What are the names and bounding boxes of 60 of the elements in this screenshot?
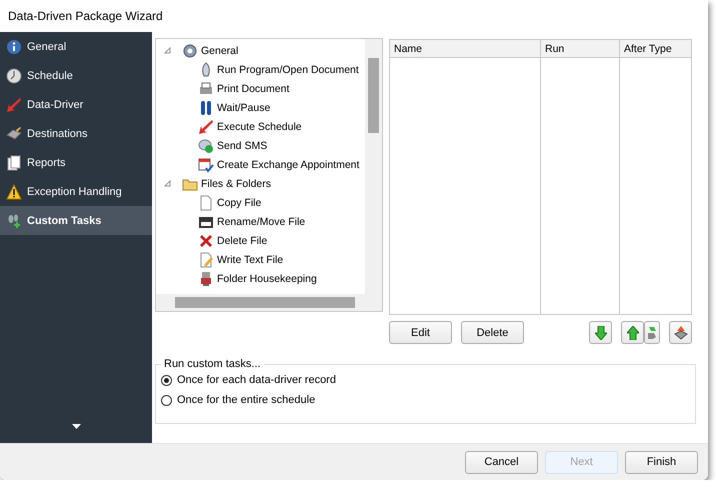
tree-item[interactable]: Run Program/Open Document (156, 60, 365, 79)
sidebar-item[interactable]: Custom Tasks (0, 206, 152, 235)
expander-icon[interactable] (164, 47, 171, 54)
gear-icon (182, 42, 198, 58)
radio-icon[interactable] (161, 374, 172, 386)
move-down-button[interactable] (589, 321, 612, 344)
sidebar-item[interactable]: General (0, 32, 152, 61)
tree-group[interactable]: General (156, 41, 365, 60)
window-title: Data-Driven Package Wizard (0, 0, 708, 32)
radio-option[interactable]: Once for the entire schedule (161, 394, 689, 406)
tree-item[interactable]: Create Exchange Appointment (156, 155, 365, 174)
printer-icon (198, 80, 214, 96)
tree-item[interactable]: Folder Housekeeping (156, 269, 365, 288)
import-button[interactable] (669, 321, 692, 344)
column-header[interactable]: Run (541, 40, 620, 58)
group-legend: Run custom tasks... (161, 358, 264, 370)
paste-button[interactable] (644, 321, 660, 344)
tree-item[interactable]: Rename/Move File (156, 212, 365, 231)
column-header[interactable]: Name (390, 40, 541, 58)
pencil-document-icon (198, 252, 214, 268)
radio-icon[interactable] (161, 394, 172, 406)
chat-check-icon (198, 138, 214, 154)
tree-item[interactable]: Copy File (156, 193, 365, 212)
column-header[interactable]: After Type (620, 40, 691, 58)
sidebar-item[interactable]: Schedule (0, 61, 152, 90)
footprints-plus-icon (6, 212, 22, 228)
wizard-button[interactable]: Cancel (465, 450, 538, 474)
cross-icon (198, 232, 214, 248)
info-icon (6, 38, 22, 54)
pause-icon (198, 100, 214, 116)
arrow-icon (6, 96, 22, 112)
edit-button[interactable]: Edit (389, 321, 452, 344)
tree-item[interactable]: Execute Schedule (156, 117, 365, 136)
tree-item[interactable]: Write Text File (156, 250, 365, 269)
warning-icon (6, 184, 22, 200)
tree-item[interactable]: Send SMS (156, 136, 365, 155)
vertical-scrollbar[interactable] (365, 39, 382, 294)
tree-item[interactable]: Delete File (156, 231, 365, 250)
wizard-button[interactable]: Finish (625, 450, 698, 474)
sidebar-item[interactable]: Exception Handling (0, 177, 152, 206)
calendar-check-icon (198, 156, 214, 172)
arrow-icon (198, 118, 214, 134)
expander-icon[interactable] (164, 180, 171, 187)
sidebar-item[interactable]: Destinations (0, 119, 152, 148)
move-up-button[interactable] (621, 321, 644, 344)
arrow-down-icon (594, 326, 606, 340)
document-icon (198, 194, 214, 210)
tray-arrow-icon (674, 326, 688, 340)
sidebar-item[interactable]: Data-Driver (0, 90, 152, 119)
tree-item[interactable]: Wait/Pause (156, 98, 365, 117)
sidebar-item[interactable]: Reports (0, 148, 152, 177)
horizontal-scrollbar[interactable] (156, 294, 382, 311)
delete-button[interactable]: Delete (461, 321, 524, 344)
tree-item[interactable]: Print Document (156, 79, 365, 98)
clock-icon (6, 68, 22, 84)
arrow-up-icon (626, 326, 638, 340)
scroll-down-icon[interactable] (72, 424, 81, 429)
radio-option[interactable]: Once for each data-driver record (161, 374, 689, 386)
documents-icon (6, 154, 22, 170)
tree-group[interactable]: Files & Folders (156, 174, 365, 193)
